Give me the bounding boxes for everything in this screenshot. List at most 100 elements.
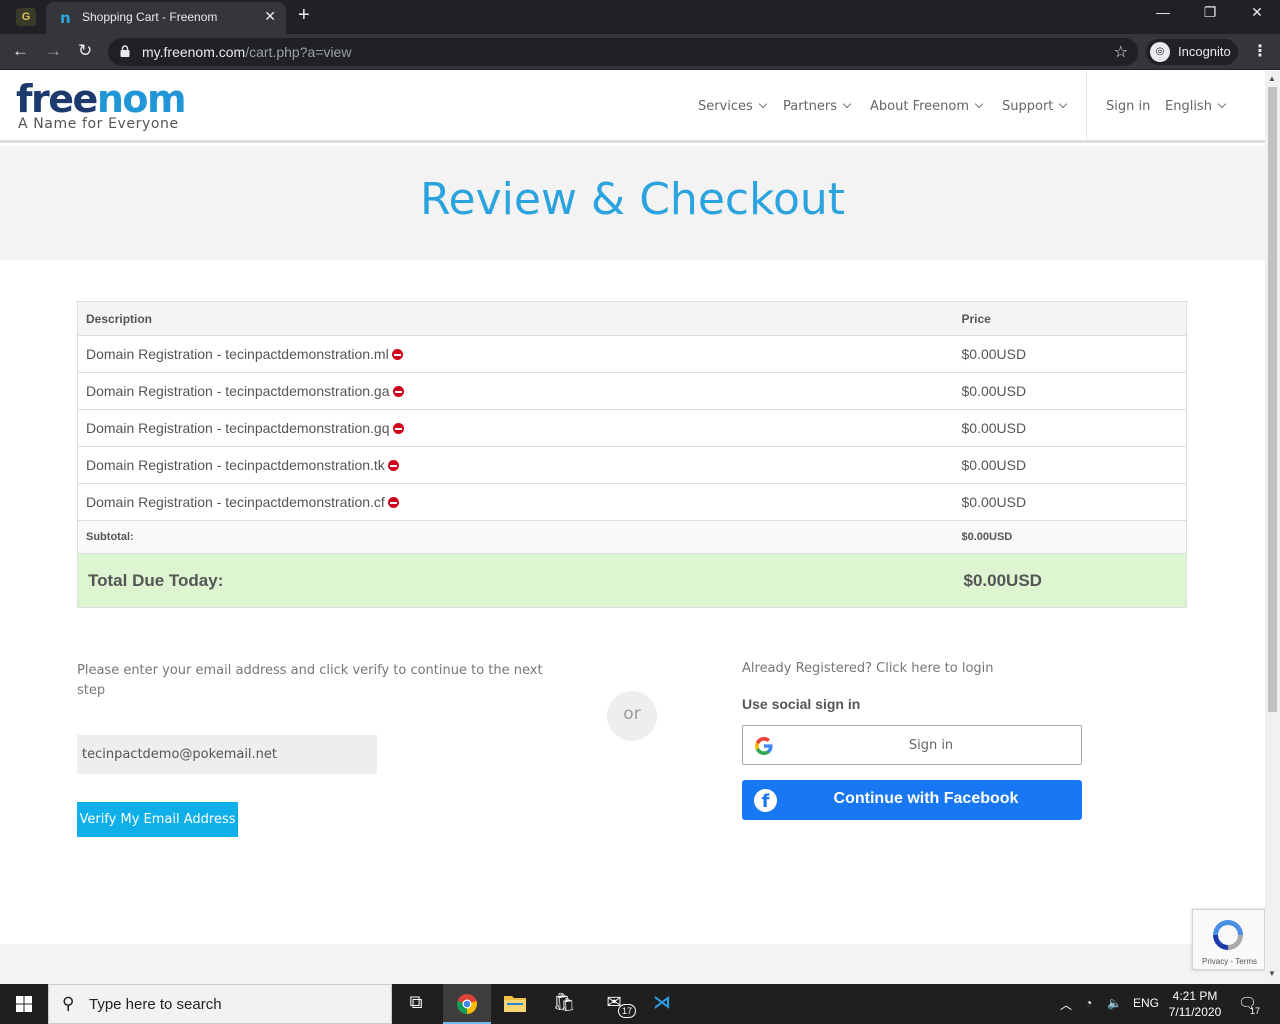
page-viewport: freenom A Name for Everyone Services Par… — [0, 71, 1265, 984]
google-signin-label: Sign in — [908, 738, 954, 753]
nav-divider — [1086, 71, 1087, 141]
or-divider: or — [607, 691, 657, 741]
tab-close-icon[interactable]: ✕ — [264, 8, 276, 25]
total-label: Total Due Today: — [77, 553, 954, 608]
table-row: Domain Registration - tecinpactdemonstra… — [77, 483, 1187, 521]
item-price: $0.00USD — [953, 483, 1187, 521]
url-text: my.freenom.com/cart.php?a=view — [142, 44, 352, 60]
mail-badge: 17 — [618, 1004, 636, 1018]
email-field[interactable] — [77, 735, 377, 774]
footer-band — [0, 944, 1265, 984]
nav-about[interactable]: About Freenom — [870, 99, 984, 114]
chevron-down-icon — [1217, 99, 1227, 109]
nav-partners[interactable]: Partners — [783, 99, 852, 114]
remove-item-icon[interactable] — [391, 349, 403, 360]
scroll-up-icon[interactable]: ▲ — [1268, 74, 1276, 83]
network-icon[interactable]: ◔ — [1085, 996, 1092, 1010]
nav-signin[interactable]: Sign in — [1106, 99, 1150, 114]
remove-item-icon[interactable] — [387, 497, 399, 508]
recaptcha-badge[interactable]: Privacy - Terms — [1192, 909, 1265, 970]
login-link[interactable]: Already Registered? Click here to login — [742, 661, 994, 676]
browser-tabbar: G n Shopping Cart - Freenom ✕ + — ❐ ✕ — [0, 0, 1280, 34]
page-scrollbar[interactable]: ▲ ▼ — [1265, 71, 1280, 984]
facebook-continue-label: Continue with Facebook — [833, 790, 1019, 807]
tab-title: Shopping Cart - Freenom — [82, 10, 218, 24]
incognito-label: Incognito — [1178, 44, 1231, 59]
task-view-icon[interactable]: ⧉ — [392, 984, 440, 1024]
remove-item-icon[interactable] — [392, 386, 404, 397]
clock-time: 4:21 PM — [1172, 989, 1218, 1003]
item-description: Domain Registration - tecinpactdemonstra… — [77, 483, 954, 521]
mail-icon[interactable]: ✉ 17 — [590, 984, 638, 1024]
bookmark-star-icon[interactable]: ☆ — [1114, 42, 1128, 62]
windows-taskbar: ⚲ Type here to search ⧉ 🛍 ✉ 17 ⋊ ︿ ◔ 🔈 E… — [0, 984, 1280, 1024]
chevron-down-icon — [974, 99, 984, 109]
item-price: $0.00USD — [953, 335, 1187, 373]
nav-support[interactable]: Support — [1002, 99, 1068, 114]
column-header-description: Description — [77, 301, 954, 336]
item-description: Domain Registration - tecinpactdemonstra… — [77, 446, 954, 484]
item-price: $0.00USD — [953, 409, 1187, 447]
table-row: Domain Registration - tecinpactdemonstra… — [77, 446, 1187, 484]
page-hero: Review & Checkout — [0, 146, 1265, 260]
chevron-down-icon — [842, 99, 852, 109]
back-icon[interactable]: ← — [12, 41, 29, 61]
browser-menu-icon[interactable]: ⋮ — [1252, 41, 1268, 61]
extension-tab-icon[interactable]: G — [16, 8, 36, 26]
chrome-taskbar-icon[interactable] — [443, 984, 491, 1024]
notification-count: 17 — [1250, 1006, 1261, 1016]
item-description: Domain Registration - tecinpactdemonstra… — [77, 409, 954, 447]
new-tab-icon[interactable]: + — [298, 4, 310, 27]
browser-tab-active[interactable]: n Shopping Cart - Freenom ✕ — [46, 2, 286, 34]
freenom-favicon-icon: n — [60, 9, 71, 27]
item-price: $0.00USD — [953, 446, 1187, 484]
social-signin-label: Use social sign in — [742, 696, 861, 712]
cart-table: Description Price Domain Registration - … — [77, 301, 1187, 608]
recaptcha-terms[interactable]: Privacy - Terms — [1193, 957, 1265, 966]
vscode-icon[interactable]: ⋊ — [638, 984, 686, 1024]
chevron-down-icon — [758, 99, 768, 109]
clock-date: 7/11/2020 — [1168, 1005, 1222, 1019]
freenom-logo[interactable]: freenom — [16, 77, 187, 121]
table-row: Domain Registration - tecinpactdemonstra… — [77, 409, 1187, 447]
file-explorer-icon[interactable] — [491, 984, 539, 1024]
taskbar-search-placeholder: Type here to search — [89, 996, 222, 1013]
lock-icon — [120, 45, 130, 57]
folder-icon — [504, 996, 526, 1012]
reload-icon[interactable]: ↻ — [78, 41, 92, 61]
column-header-price: Price — [953, 301, 1187, 336]
tray-overflow-icon[interactable]: ︿ — [1060, 996, 1072, 1013]
nav-language[interactable]: English — [1165, 99, 1227, 114]
item-description: Domain Registration - tecinpactdemonstra… — [77, 335, 954, 373]
chevron-down-icon — [1059, 99, 1068, 109]
table-row: Domain Registration - tecinpactdemonstra… — [77, 335, 1187, 373]
taskbar-search-input[interactable]: ⚲ Type here to search — [48, 984, 392, 1024]
total-row: Total Due Today: $0.00USD — [77, 553, 1187, 608]
item-description: Domain Registration - tecinpactdemonstra… — [77, 372, 954, 410]
subtotal-label: Subtotal: — [77, 520, 954, 554]
window-restore-icon[interactable]: ❐ — [1190, 4, 1230, 21]
nav-services[interactable]: Services — [698, 99, 768, 114]
windows-start-icon[interactable] — [16, 996, 32, 1012]
facebook-continue-button[interactable]: f Continue with Facebook — [742, 780, 1082, 820]
verify-email-button[interactable]: Verify My Email Address — [77, 802, 238, 837]
forward-icon[interactable]: → — [45, 41, 62, 61]
google-signin-button[interactable]: Sign in — [742, 725, 1082, 765]
store-icon[interactable]: 🛍 — [540, 984, 588, 1024]
cart-header-row: Description Price — [77, 301, 1187, 336]
incognito-indicator[interactable]: ◎ Incognito — [1146, 39, 1238, 65]
total-value: $0.00USD — [953, 553, 1187, 608]
remove-item-icon[interactable] — [387, 460, 399, 471]
browser-toolbar: ← → ↻ my.freenom.com/cart.php?a=view ☆ ◎… — [0, 34, 1280, 70]
remove-item-icon[interactable] — [392, 423, 404, 434]
scroll-thumb[interactable] — [1268, 87, 1277, 712]
table-row: Domain Registration - tecinpactdemonstra… — [77, 372, 1187, 410]
taskbar-clock[interactable]: 4:21 PM 7/11/2020 — [1160, 988, 1230, 1020]
window-close-icon[interactable]: ✕ — [1237, 4, 1277, 21]
address-bar[interactable]: my.freenom.com/cart.php?a=view ☆ — [108, 38, 1138, 66]
incognito-icon: ◎ — [1150, 42, 1170, 62]
window-minimize-icon[interactable]: — — [1143, 4, 1183, 20]
scroll-down-icon[interactable]: ▼ — [1268, 969, 1276, 978]
language-indicator[interactable]: ENG — [1133, 996, 1159, 1010]
volume-icon[interactable]: 🔈 — [1107, 996, 1122, 1010]
